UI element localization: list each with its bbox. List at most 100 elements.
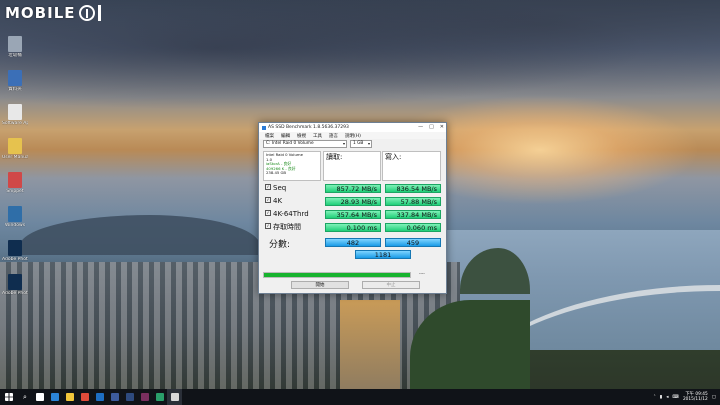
taskbar-app[interactable] xyxy=(152,389,167,405)
as-ssd-icon xyxy=(170,393,179,401)
wallpaper-mountain xyxy=(20,215,260,255)
checkbox[interactable]: ✓ xyxy=(265,223,271,229)
drive-info-panel: Intel Raid 0 Volume 1.0 iaStorA - 良好 409… xyxy=(263,151,321,181)
drive-select[interactable]: C: Intel Raid 0 Volume ▾ xyxy=(263,139,347,148)
read-value: 0.100 ms xyxy=(325,223,381,232)
minimize-button[interactable]: — xyxy=(418,124,423,130)
menu-help[interactable]: 說明(H) xyxy=(345,133,361,139)
recycle-bin-icon xyxy=(8,36,22,52)
row-label: ✓ Seq xyxy=(263,182,321,194)
row-label-text: 4K-64Thrd xyxy=(273,210,309,218)
windows-logo-icon xyxy=(5,393,13,401)
document-icon xyxy=(8,104,22,120)
total-score: 1181 xyxy=(355,250,411,259)
row-label: ✓ 4K-64Thrd xyxy=(263,208,321,220)
watermark-text: MOBILE xyxy=(5,4,76,22)
chevron-down-icon: ▾ xyxy=(367,140,370,146)
lightroom-icon xyxy=(125,393,134,401)
menu-edit[interactable]: 編輯 xyxy=(281,133,290,139)
menu-language[interactable]: 語言 xyxy=(329,133,338,139)
menu-view[interactable]: 檢視 xyxy=(297,133,306,139)
write-score: 459 xyxy=(385,238,441,247)
premiere-icon xyxy=(110,393,119,401)
folder-icon xyxy=(8,70,22,86)
watermark-bar-icon xyxy=(97,5,101,21)
app-icon xyxy=(8,206,22,222)
search-button[interactable]: ⌕ xyxy=(18,389,32,405)
desktop-icon-label: Windows xyxy=(4,223,26,228)
chevron-down-icon: ▾ xyxy=(342,140,345,146)
read-score: 482 xyxy=(325,238,381,247)
notification-icon[interactable]: ▢ xyxy=(712,395,716,400)
taskbar-app[interactable] xyxy=(62,389,77,405)
result-row-4k-64thrd: ✓ 4K-64Thrd 357.64 MB/s 337.84 MB/s xyxy=(263,208,441,220)
start-button[interactable]: 開始 xyxy=(291,281,349,289)
drive-capacity: 238.45 GB xyxy=(266,170,287,176)
app-icon xyxy=(155,393,164,401)
wallpaper-harbor xyxy=(340,300,400,390)
drive-select-value: C: Intel Raid 0 Volume xyxy=(266,140,314,146)
read-value: 857.72 MB/s xyxy=(325,184,381,193)
close-button[interactable]: ✕ xyxy=(440,124,444,130)
keyboard-icon[interactable]: ⌨ xyxy=(672,395,679,400)
desktop-icon-label: 垃圾桶 xyxy=(8,53,22,58)
desktop-icon-software[interactable]: Software Apps 02 xyxy=(2,104,28,126)
row-label: ✓ 存取時間 xyxy=(263,221,321,233)
taskbar-app[interactable] xyxy=(92,389,107,405)
write-value: 57.88 MB/s xyxy=(385,197,441,206)
network-icon[interactable]: ▮ xyxy=(660,395,662,400)
desktop-icon-folder[interactable]: 資料夾 xyxy=(2,70,28,92)
desktop-icon-snippet[interactable]: Snippet xyxy=(2,172,28,194)
menu-file[interactable]: 檔案 xyxy=(265,133,274,139)
search-icon: ⌕ xyxy=(23,392,27,401)
task-view-icon xyxy=(35,393,44,401)
result-row-seq: ✓ Seq 857.72 MB/s 836.54 MB/s xyxy=(263,182,441,194)
app-icon xyxy=(8,172,22,188)
menu-bar: 檔案 編輯 檢視 工具 語言 說明(H) xyxy=(259,132,446,139)
chevron-up-icon[interactable]: ˄ xyxy=(653,395,655,400)
maximize-button[interactable]: □ xyxy=(429,124,434,130)
taskbar-app-as-ssd[interactable] xyxy=(167,389,182,405)
desktop-icon-photoshop-2[interactable]: Adobe Photoshop xyxy=(2,274,28,296)
desktop-icon-label: Snippet xyxy=(6,189,24,194)
desktop-icon-windows[interactable]: Windows xyxy=(2,206,28,228)
checkbox[interactable]: ✓ xyxy=(265,210,271,216)
volume-icon[interactable]: ◂ xyxy=(666,395,668,400)
taskbar-app[interactable] xyxy=(137,389,152,405)
taskbar-app[interactable] xyxy=(77,389,92,405)
photoshop-icon xyxy=(8,240,22,256)
taskbar-app[interactable] xyxy=(107,389,122,405)
score-label: 分數: xyxy=(269,240,291,250)
checkbox[interactable]: ✓ xyxy=(265,184,271,190)
start-button[interactable] xyxy=(0,389,18,405)
desktop-icon-recycle-bin[interactable]: 垃圾桶 xyxy=(2,36,28,58)
size-select[interactable]: 1 GB ▾ xyxy=(350,139,372,148)
write-header-label: 寫入: xyxy=(385,153,402,161)
row-label-text: 存取時間 xyxy=(273,223,301,231)
clock-date: 2015/11/12 xyxy=(682,397,708,402)
window-titlebar[interactable]: AS SSD Benchmark 1.8.5636.37293 — □ ✕ xyxy=(259,123,446,132)
write-value: 0.060 ms xyxy=(385,223,441,232)
taskbar-app[interactable] xyxy=(32,389,47,405)
desktop-icon-manual[interactable]: User Manual xyxy=(2,138,28,160)
app-icon xyxy=(140,393,149,401)
read-value: 357.64 MB/s xyxy=(325,210,381,219)
checkbox[interactable]: ✓ xyxy=(265,197,271,203)
abort-button[interactable]: 中止 xyxy=(362,281,420,289)
folder-icon xyxy=(8,138,22,154)
photoshop-icon xyxy=(8,274,22,290)
result-row-4k: ✓ 4K 28.93 MB/s 57.88 MB/s xyxy=(263,195,441,207)
result-row-access-time: ✓ 存取時間 0.100 ms 0.060 ms xyxy=(263,221,441,233)
desktop-icon-label: Adobe Photoshop xyxy=(2,257,28,262)
desktop-icon-photoshop-1[interactable]: Adobe Photoshop xyxy=(2,240,28,262)
menu-tools[interactable]: 工具 xyxy=(313,133,322,139)
file-explorer-icon xyxy=(65,393,74,401)
app-icon xyxy=(262,125,266,130)
taskbar-app[interactable] xyxy=(47,389,62,405)
desktop-icon-label: User Manual xyxy=(2,155,28,160)
read-value: 28.93 MB/s xyxy=(325,197,381,206)
row-label-text: 4K xyxy=(273,197,283,205)
taskbar-app[interactable] xyxy=(122,389,137,405)
desktop-icon-label: Software Apps 02 xyxy=(2,121,28,126)
clock[interactable]: 下午 09:45 2015/11/12 xyxy=(683,392,708,402)
